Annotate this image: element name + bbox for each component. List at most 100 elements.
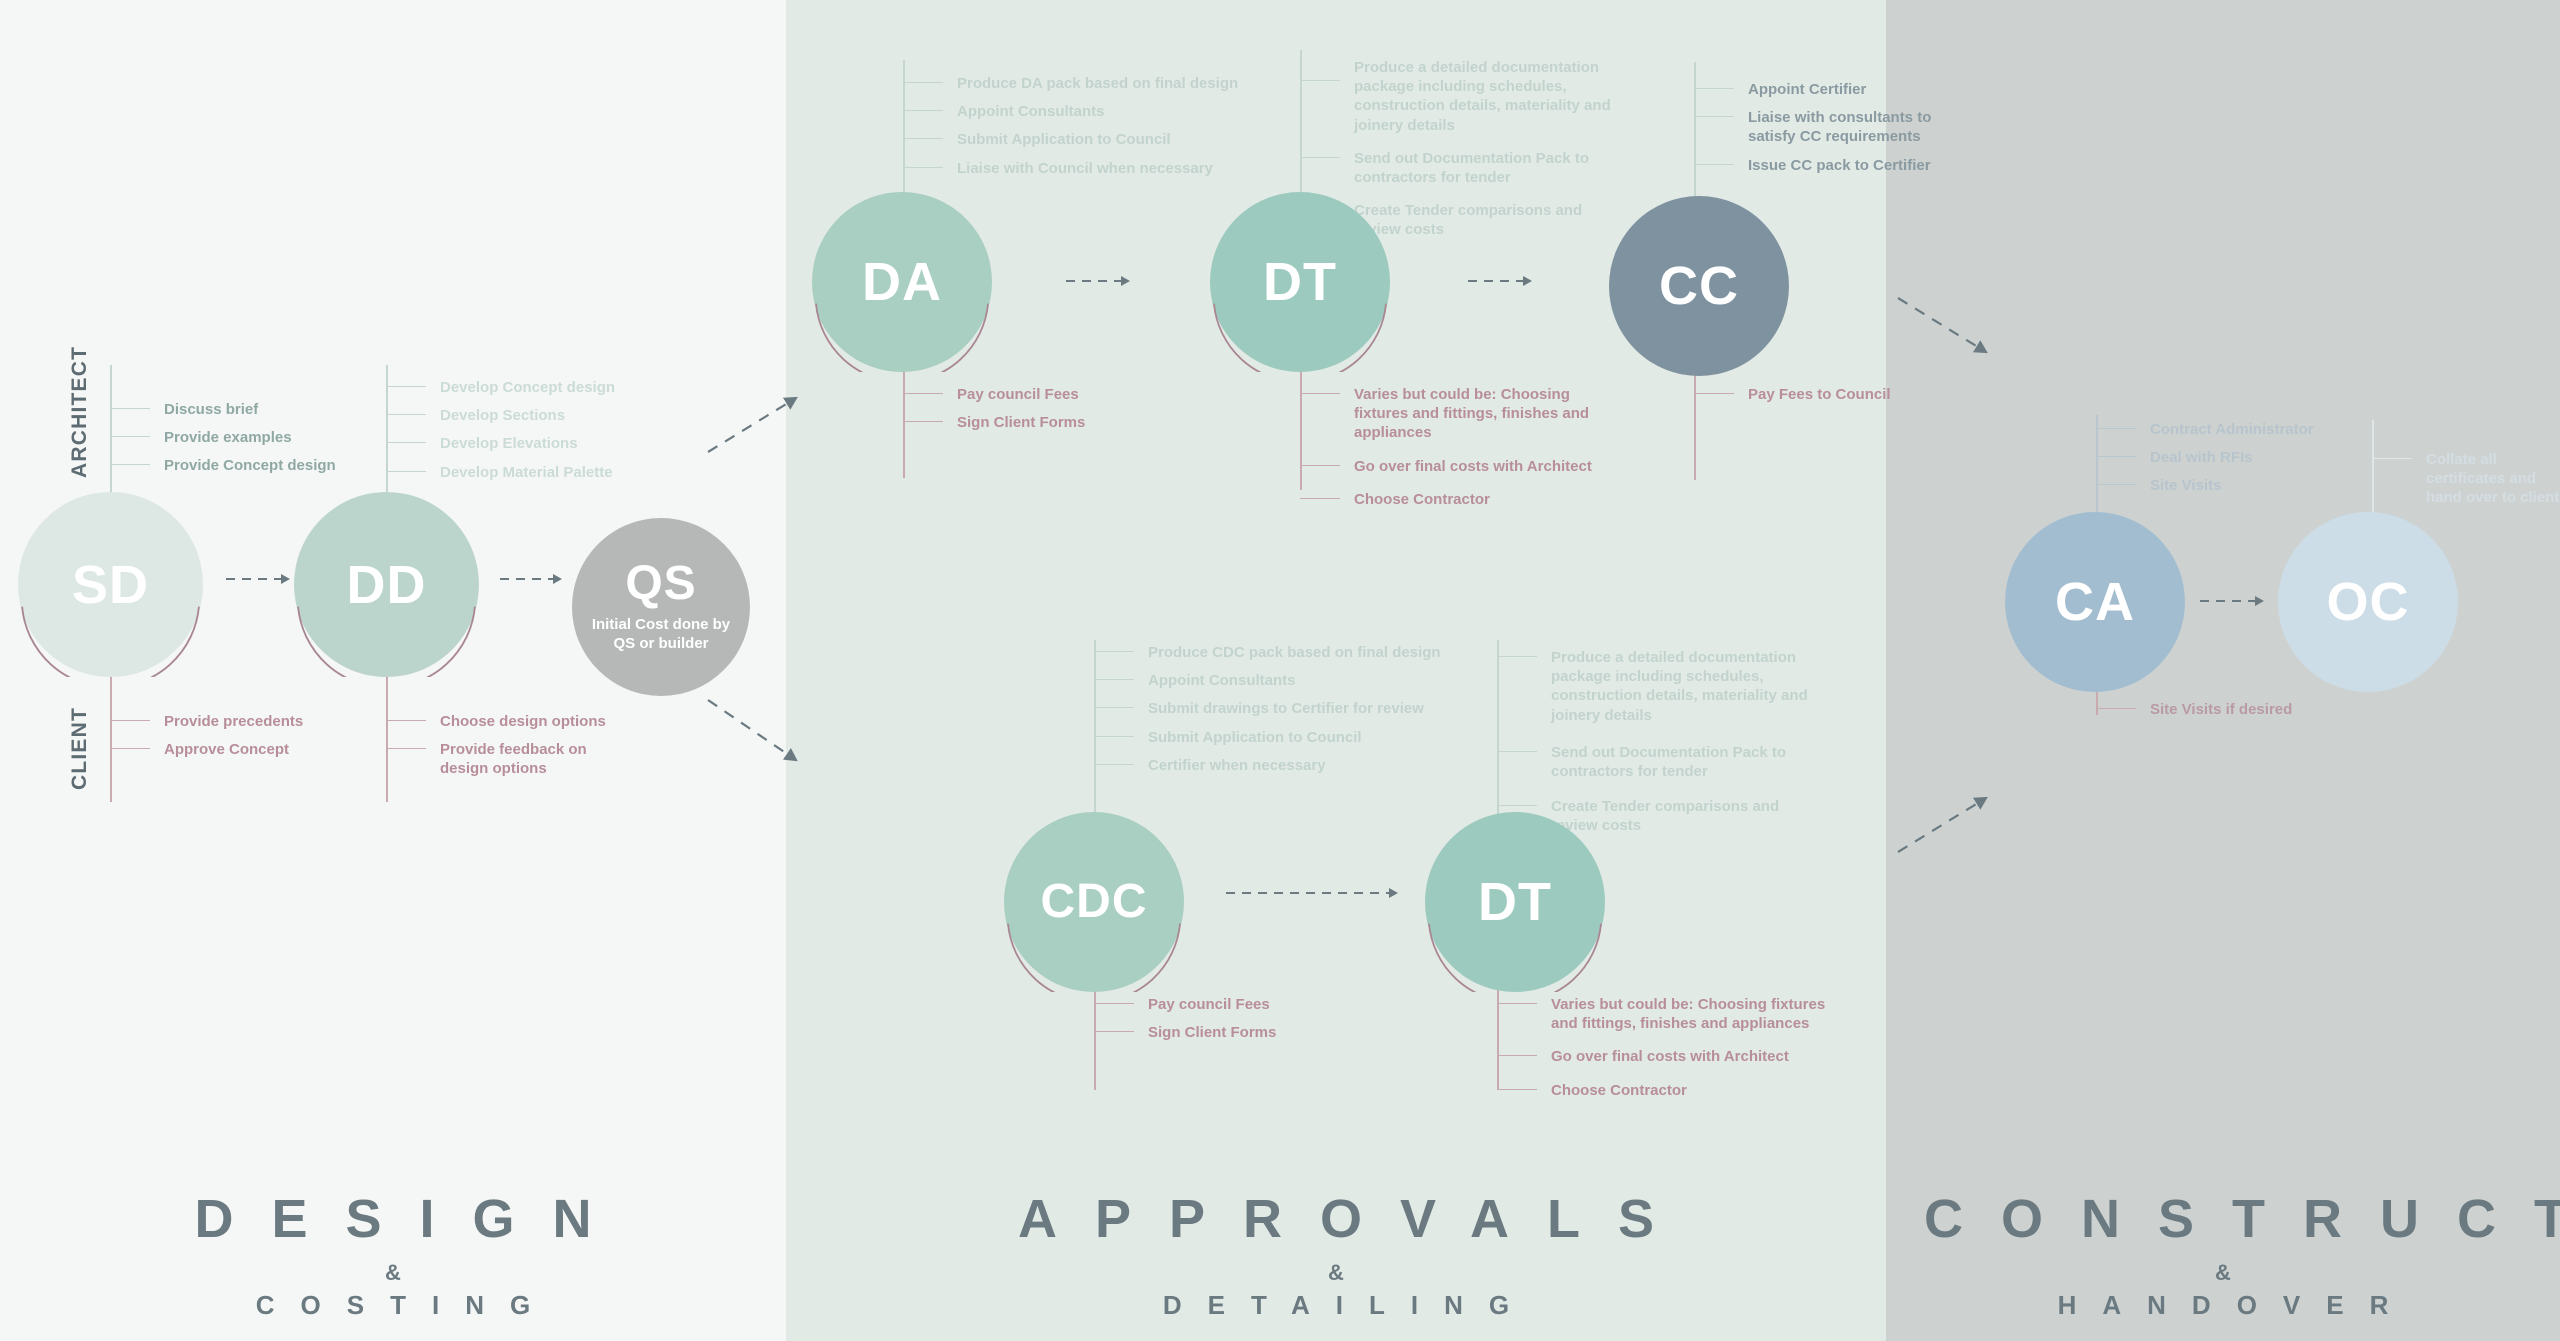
task-item: Submit Application to Council (903, 130, 1238, 149)
arrow-approvals-to-construction-lower (1897, 796, 1988, 853)
tick-marker (2096, 428, 2136, 429)
node-code-label: CDC (1040, 875, 1148, 928)
task-item: Pay council Fees (903, 385, 1085, 404)
tasks-dt2-client: Varies but could be: Choosing fixtures a… (1497, 995, 1837, 1109)
task-label: Go over final costs with Architect (1551, 1048, 1789, 1066)
task-label: Appoint Consultants (957, 103, 1105, 121)
task-label: Develop Elevations (440, 435, 578, 453)
task-label: Pay council Fees (1148, 996, 1270, 1013)
task-label: Provide Concept design (164, 457, 336, 475)
footer-main-label: DESIGN (194, 1189, 630, 1249)
node-qs[interactable]: QS Initial Cost done by QS or builder (572, 518, 750, 696)
tick-marker (1497, 1088, 1537, 1090)
footer-approvals-detailing: APPROVALS & DETAILING (786, 1192, 1886, 1318)
tick-marker (386, 414, 426, 416)
task-item: Sign Client Forms (903, 413, 1085, 432)
task-item: Choose design options (386, 712, 686, 731)
task-item: Site Visits if desired (2096, 700, 2292, 719)
task-item: Pay Fees to Council (1694, 385, 1891, 404)
node-code-label: DT (1478, 872, 1552, 932)
lane-label-architect: ARCHITECT (68, 345, 91, 478)
tasks-cdc-architect: Produce CDC pack based on final design A… (1094, 643, 1441, 784)
task-item: Liaise with Council when necessary (903, 159, 1238, 178)
task-item: Develop Material Palette (386, 463, 615, 482)
tick-marker (1300, 156, 1340, 158)
task-label: Certifier when necessary (1148, 756, 1326, 774)
task-label: Produce DA pack based on final design (957, 75, 1239, 92)
tick-marker (386, 442, 426, 444)
footer-design-costing: DESIGN & COSTING (0, 1192, 786, 1318)
arrow-approvals-to-construction-upper (1897, 297, 1988, 354)
tick-marker (1094, 735, 1134, 737)
tick-marker (1694, 88, 1734, 89)
footer-amp-label: & (2215, 1260, 2231, 1285)
tick-marker (386, 470, 426, 472)
task-label: Issue CC pack to Certifier (1748, 156, 1931, 174)
task-label: Approve Concept (164, 741, 290, 759)
tasks-dt2-architect: Produce a detailed documentation package… (1497, 648, 1827, 845)
panel-construction-handover (1886, 0, 2560, 1341)
tick-marker (1497, 805, 1537, 807)
task-item: Liaise with consultants to satisfy CC re… (1694, 108, 1958, 146)
task-item: Produce DA pack based on final design (903, 74, 1238, 93)
tasks-dt-client: Varies but could be: Choosing fixtures a… (1300, 385, 1610, 518)
task-label: Liaise with consultants to satisfy CC re… (1748, 109, 1932, 146)
node-sd[interactable]: SD (18, 492, 203, 677)
task-item: Issue CC pack to Certifier (1694, 156, 1994, 175)
task-label: Varies but could be: Choosing fixtures a… (1354, 386, 1590, 442)
tick-marker (1497, 1003, 1537, 1004)
task-label: Site Visits if desired (2150, 701, 2293, 718)
tasks-ca-client: Site Visits if desired (2096, 700, 2292, 728)
task-item: Approve Concept (110, 740, 303, 759)
tick-marker (903, 166, 943, 168)
tick-marker (110, 436, 150, 438)
task-label: Send out Documentation Pack to contracto… (1354, 149, 1590, 186)
task-label: Choose Contractor (1354, 490, 1490, 508)
tick-marker (2096, 456, 2136, 458)
tasks-sd-client: Provide precedents Approve Concept (110, 712, 303, 768)
tick-marker (1694, 116, 1734, 118)
task-item: Certifier when necessary (1094, 756, 1441, 775)
node-da[interactable]: DA (812, 192, 992, 372)
task-label: Go over final costs with Architect (1354, 457, 1592, 475)
node-dt-bottom[interactable]: DT (1425, 812, 1605, 992)
task-label: Submit Application to Council (1148, 728, 1362, 746)
tasks-dd-client: Choose design options Provide feedback o… (386, 712, 686, 788)
node-cc[interactable]: CC (1609, 196, 1789, 376)
task-item: Provide examples (110, 428, 336, 447)
tick-marker (903, 421, 943, 423)
task-item: Provide feedback on design options (386, 740, 610, 778)
node-code-label: CA (2055, 572, 2135, 632)
task-item: Send out Documentation Pack to contracto… (1497, 743, 1827, 781)
tick-marker (1094, 707, 1134, 709)
node-code-label: DT (1263, 252, 1337, 312)
arrow-qs-to-approvals-upper (707, 396, 798, 453)
lane-label-client: CLIENT (68, 706, 91, 790)
footer-sub-label: DETAILING (1162, 1290, 1536, 1320)
task-item: Develop Elevations (386, 434, 615, 453)
task-item: Develop Sections (386, 406, 615, 425)
task-label: Produce a detailed documentation package… (1354, 59, 1611, 134)
task-label: Develop Concept design (440, 379, 616, 396)
connector-dt-to-cc (1468, 276, 1532, 286)
task-label: Contract Administrator (2150, 421, 2314, 438)
node-cdc[interactable]: CDC (1004, 812, 1184, 992)
node-oc[interactable]: OC (2278, 512, 2458, 692)
tick-marker (386, 386, 426, 387)
node-ca[interactable]: CA (2005, 512, 2185, 692)
node-dt-top[interactable]: DT (1210, 192, 1390, 372)
task-item: Choose Contractor (1300, 490, 1610, 509)
task-label: Send out Documentation Pack to contracto… (1551, 743, 1787, 780)
connector-da-to-dt (1066, 276, 1130, 286)
task-item: Appoint Consultants (903, 102, 1238, 121)
task-label: Discuss brief (164, 401, 259, 418)
tasks-da-architect: Produce DA pack based on final design Ap… (903, 74, 1238, 187)
task-item: Contract Administrator (2096, 420, 2314, 439)
node-code-label: CC (1659, 256, 1739, 316)
task-label: Liaise with Council when necessary (957, 159, 1213, 177)
tick-marker (110, 720, 150, 721)
tasks-da-client: Pay council Fees Sign Client Forms (903, 385, 1085, 441)
node-dd[interactable]: DD (294, 492, 479, 677)
task-label: Pay Fees to Council (1748, 386, 1891, 403)
task-item: Produce a detailed documentation package… (1497, 648, 1827, 725)
